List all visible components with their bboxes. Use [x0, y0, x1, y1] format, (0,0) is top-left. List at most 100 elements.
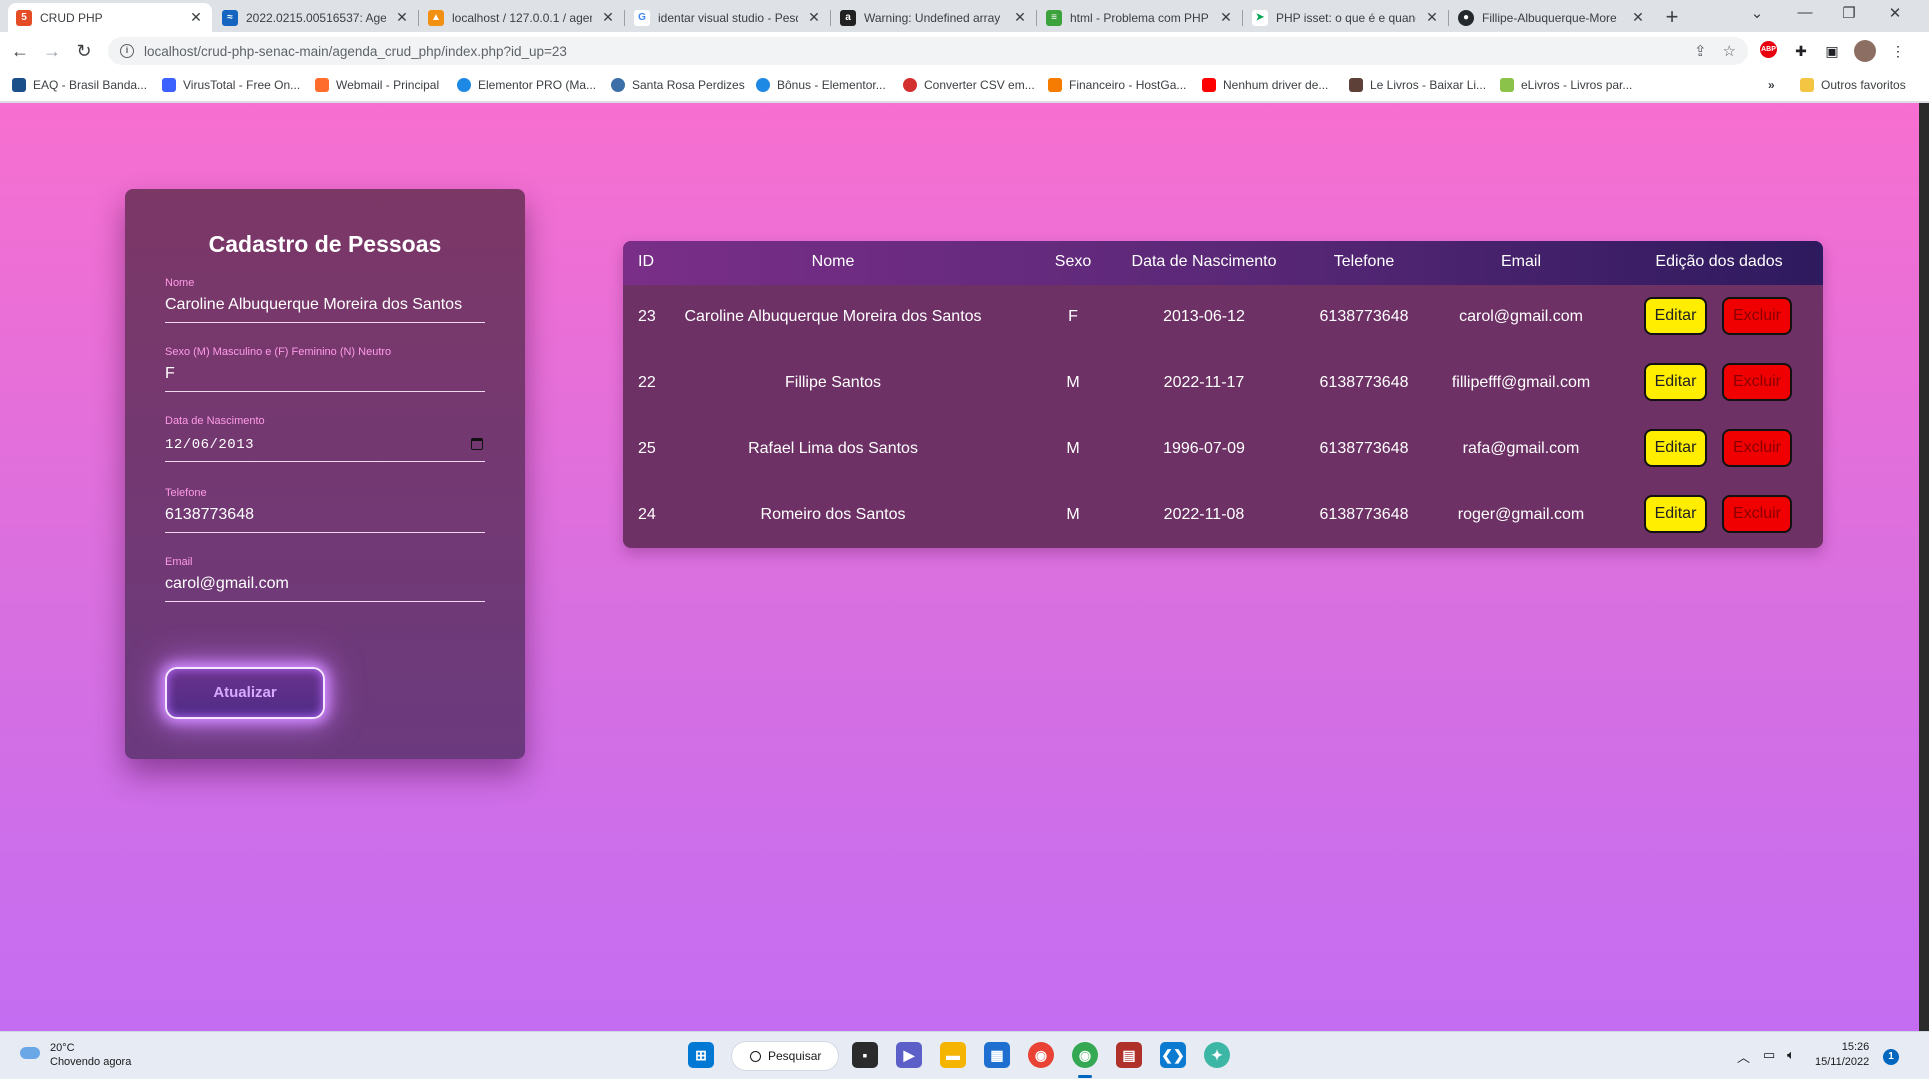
- phone-input[interactable]: 6138773648: [165, 500, 485, 532]
- chrome-icon[interactable]: ◉: [1028, 1042, 1054, 1068]
- stackoverflow-icon: a: [840, 9, 856, 26]
- tab-warning[interactable]: a Warning: Undefined array ✕: [832, 3, 1036, 32]
- taskbar-search[interactable]: Pesquisar: [731, 1041, 839, 1071]
- vscode-icon[interactable]: ❮❯: [1160, 1042, 1186, 1068]
- profile-avatar[interactable]: [1854, 40, 1876, 62]
- delete-button[interactable]: Excluir: [1722, 363, 1792, 401]
- close-icon[interactable]: ✕: [1012, 9, 1028, 26]
- winrar-icon[interactable]: ▤: [1116, 1042, 1142, 1068]
- reload-icon[interactable]: ↻: [72, 40, 96, 62]
- volume-icon[interactable]: 🔈︎: [1787, 1047, 1795, 1063]
- teams-chat-icon[interactable]: ▶: [896, 1042, 922, 1068]
- email-input[interactable]: carol@gmail.com: [165, 569, 485, 601]
- update-button[interactable]: Atualizar: [165, 667, 325, 719]
- forward-icon[interactable]: →: [40, 40, 64, 62]
- file-explorer-icon[interactable]: ▬: [940, 1042, 966, 1068]
- sex-label: Sexo (M) Masculino e (F) Feminino (N) Ne…: [165, 346, 392, 358]
- bookmark-item[interactable]: EAQ - Brasil Banda...: [12, 78, 147, 92]
- bookmark-item[interactable]: Le Livros - Baixar Li...: [1349, 78, 1486, 92]
- notification-badge[interactable]: 1: [1883, 1049, 1899, 1065]
- weather-widget[interactable]: 20°C Chovendo agora: [18, 1041, 131, 1069]
- tab-github[interactable]: ● Fillipe-Albuquerque-More ✕: [1450, 3, 1654, 32]
- microsoft-store-icon[interactable]: ▦: [984, 1042, 1010, 1068]
- bookmark-item[interactable]: Elementor PRO (Ma...: [457, 78, 596, 92]
- bookmark-item[interactable]: Financeiro - HostGa...: [1048, 78, 1186, 92]
- tab-search-icon[interactable]: ⌄: [1742, 4, 1772, 22]
- back-icon[interactable]: ←: [8, 40, 32, 62]
- name-label: Nome: [165, 277, 195, 289]
- tab-separator: [624, 10, 625, 26]
- minimize-icon[interactable]: —: [1790, 4, 1820, 21]
- close-icon[interactable]: ✕: [806, 9, 822, 26]
- bookmark-item[interactable]: Webmail - Principal: [315, 78, 439, 92]
- side-panel-icon[interactable]: ▣: [1822, 41, 1842, 61]
- sex-field[interactable]: Sexo (M) Masculino e (F) Feminino (N) Ne…: [165, 345, 485, 392]
- cloud-icon: [756, 78, 770, 92]
- close-icon[interactable]: ✕: [394, 9, 410, 26]
- bookmark-item[interactable]: eLivros - Livros par...: [1500, 78, 1632, 92]
- name-input[interactable]: Caroline Albuquerque Moreira dos Santos: [165, 290, 485, 322]
- tab-php-isset[interactable]: ➤ PHP isset: o que é e quand ✕: [1244, 3, 1448, 32]
- close-icon[interactable]: ✕: [1218, 9, 1234, 26]
- page-scrollbar[interactable]: [1919, 103, 1929, 1031]
- tab-phpmyadmin[interactable]: ▲ localhost / 127.0.0.1 / agen ✕: [420, 3, 624, 32]
- close-icon[interactable]: ✕: [600, 9, 616, 26]
- delete-button[interactable]: Excluir: [1722, 297, 1792, 335]
- page-content: Cadastro de Pessoas Nome Caroline Albuqu…: [0, 103, 1919, 1031]
- sex-input[interactable]: F: [165, 359, 485, 391]
- bookmark-item[interactable]: Nenhum driver de...: [1202, 78, 1328, 92]
- tab-google-search[interactable]: G identar visual studio - Pesq ✕: [626, 3, 830, 32]
- column-header-id: ID: [638, 253, 654, 270]
- calendar-icon[interactable]: [471, 438, 483, 450]
- email-label: Email: [165, 556, 193, 568]
- bookmark-star-icon[interactable]: ☆: [1723, 42, 1736, 60]
- close-icon[interactable]: ✕: [1424, 9, 1440, 26]
- birthdate-field[interactable]: Data de Nascimento 12/06/2013: [165, 414, 485, 462]
- tab-html-problema[interactable]: ≡ html - Problema com PHP ✕: [1038, 3, 1242, 32]
- network-tool-icon[interactable]: ✦: [1204, 1042, 1230, 1068]
- birthdate-input[interactable]: 12/06/2013: [165, 428, 485, 462]
- name-field[interactable]: Nome Caroline Albuquerque Moreira dos Sa…: [165, 276, 485, 323]
- github-icon: ●: [1458, 9, 1474, 26]
- adblock-icon[interactable]: ABP: [1760, 41, 1777, 58]
- address-bar[interactable]: i localhost/crud-php-senac-main/agenda_c…: [108, 37, 1748, 65]
- delete-button[interactable]: Excluir: [1722, 429, 1792, 467]
- tab-agenda[interactable]: ≈ 2022.0215.00516537: Agen ✕: [214, 3, 418, 32]
- phone-field[interactable]: Telefone 6138773648: [165, 486, 485, 533]
- bookmark-item[interactable]: Converter CSV em...: [903, 78, 1035, 92]
- window-close-icon[interactable]: ✕: [1880, 4, 1910, 22]
- delete-button[interactable]: Excluir: [1722, 495, 1792, 533]
- new-tab-button[interactable]: +: [1660, 5, 1684, 29]
- share-icon[interactable]: ⇪: [1694, 42, 1707, 60]
- email-field[interactable]: Email carol@gmail.com: [165, 555, 485, 602]
- task-view-icon[interactable]: ▪: [852, 1042, 878, 1068]
- site-info-icon[interactable]: i: [120, 44, 134, 58]
- menu-icon[interactable]: ⋮: [1888, 41, 1908, 61]
- clock-date: 15/11/2022: [1815, 1056, 1870, 1068]
- edit-button[interactable]: Editar: [1644, 297, 1707, 335]
- close-icon[interactable]: ✕: [188, 9, 204, 26]
- chrome-profile-icon[interactable]: ◉: [1072, 1042, 1098, 1068]
- edit-button[interactable]: Editar: [1644, 495, 1707, 533]
- tray-chevron-icon[interactable]: ︿: [1737, 1047, 1750, 1066]
- network-icon[interactable]: ▭: [1763, 1047, 1775, 1063]
- tab-separator: [1242, 10, 1243, 26]
- other-bookmarks-folder[interactable]: Outros favoritos: [1800, 78, 1906, 92]
- lelivros-icon: [1349, 78, 1363, 92]
- windows-start-icon[interactable]: ⊞: [688, 1042, 714, 1068]
- edit-button[interactable]: Editar: [1644, 429, 1707, 467]
- system-clock[interactable]: 15:26 15/11/2022: [1815, 1040, 1869, 1070]
- bookmark-item[interactable]: VirusTotal - Free On...: [162, 78, 300, 92]
- html5-icon: 5: [16, 9, 32, 26]
- extensions-icon[interactable]: ✚: [1791, 41, 1811, 61]
- edit-button[interactable]: Editar: [1644, 363, 1707, 401]
- more-bookmarks-button[interactable]: »: [1768, 78, 1775, 92]
- close-icon[interactable]: ✕: [1630, 9, 1646, 26]
- cpanel-icon: [315, 78, 329, 92]
- bookmark-item[interactable]: Bônus - Elementor...: [756, 78, 886, 92]
- wordpress-icon: [611, 78, 625, 92]
- phpmyadmin-icon: ▲: [428, 9, 444, 26]
- restore-icon[interactable]: ❐: [1834, 4, 1864, 22]
- bookmark-item[interactable]: Santa Rosa Perdizes: [611, 78, 745, 92]
- tab-crud-php[interactable]: 5 CRUD PHP ✕: [8, 3, 212, 32]
